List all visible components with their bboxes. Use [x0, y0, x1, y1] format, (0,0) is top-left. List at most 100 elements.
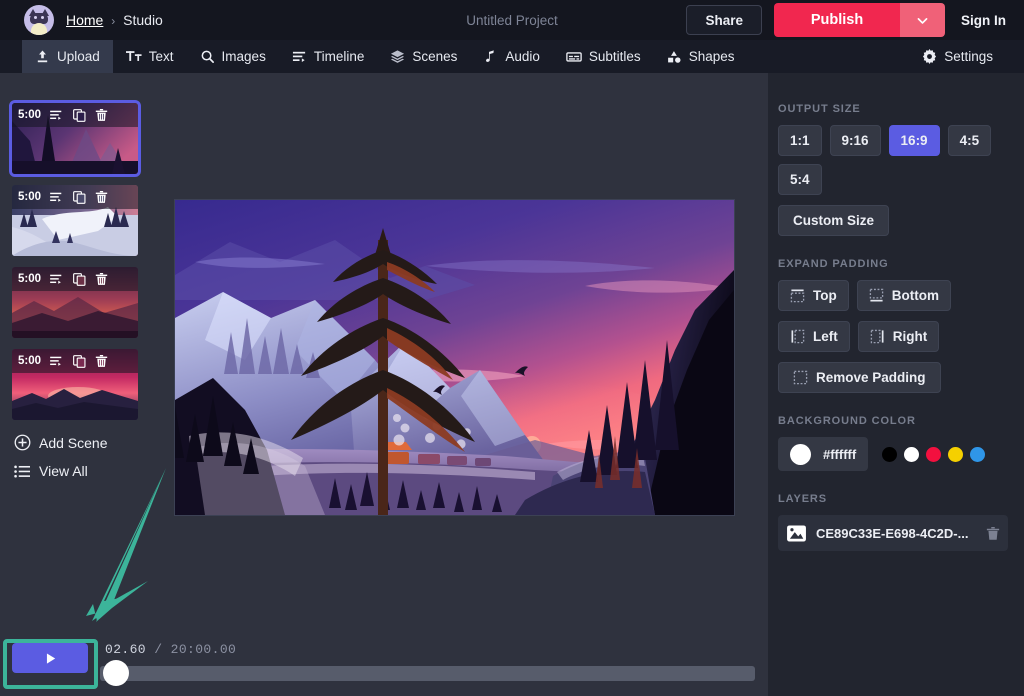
trash-icon[interactable]: [95, 272, 108, 286]
tab-text-label: Text: [148, 49, 174, 64]
remove-padding-label: Remove Padding: [816, 370, 926, 385]
view-all-button[interactable]: View All: [14, 463, 152, 479]
tab-scenes[interactable]: Scenes: [377, 40, 470, 73]
time-display: 02.60 / 20:00.00: [105, 642, 236, 657]
pad-left-label: Left: [813, 329, 838, 344]
duplicate-icon[interactable]: [73, 354, 86, 368]
brand[interactable]: Home › Studio: [24, 5, 163, 35]
scene-thumbnail-3[interactable]: 5:00: [12, 267, 138, 338]
layer-delete-icon[interactable]: [986, 526, 1000, 541]
duplicate-icon[interactable]: [73, 190, 86, 204]
pad-top-button[interactable]: Top: [778, 280, 849, 311]
reorder-icon[interactable]: [50, 355, 64, 367]
add-scene-button[interactable]: Add Scene: [14, 434, 152, 451]
layer-item[interactable]: CE89C33E-E698-4C2D-...: [778, 515, 1008, 551]
output-size-4-5[interactable]: 4:5: [947, 125, 992, 156]
trash-icon[interactable]: [95, 108, 108, 122]
tab-shapes[interactable]: Shapes: [654, 40, 748, 73]
scene-thumbnail-1[interactable]: 5:00: [9, 100, 141, 177]
list-icon: [14, 465, 30, 477]
reorder-icon[interactable]: [50, 191, 64, 203]
breadcrumb-home[interactable]: Home: [66, 12, 103, 28]
scene-2-duration: 5:00: [18, 191, 42, 203]
share-button[interactable]: Share: [686, 5, 762, 35]
expand-padding-row-2: Left Right: [778, 321, 1008, 352]
tab-audio-label: Audio: [505, 49, 540, 64]
tab-shapes-label: Shapes: [688, 49, 735, 64]
color-preset-black[interactable]: [882, 446, 898, 462]
reorder-icon[interactable]: [50, 273, 64, 285]
canvas-area: [152, 73, 768, 636]
output-size-16-9[interactable]: 16:9: [888, 125, 940, 156]
trash-icon[interactable]: [95, 190, 108, 204]
background-color-picker[interactable]: #ffffff: [778, 437, 869, 471]
search-icon: [201, 50, 214, 63]
trash-icon[interactable]: [95, 354, 108, 368]
tab-upload-label: Upload: [57, 49, 100, 64]
output-size-options: 1:1 9:16 16:9 4:5 5:4: [778, 125, 1008, 195]
tab-settings-label: Settings: [944, 49, 993, 64]
layers-label: Layers: [778, 493, 828, 505]
tab-timeline[interactable]: Timeline: [279, 40, 378, 73]
output-size-5-4[interactable]: 5:4: [778, 164, 822, 195]
play-button[interactable]: [12, 643, 88, 673]
remove-padding-icon: [793, 370, 808, 385]
pad-left-icon: [791, 329, 805, 344]
color-presets: [882, 446, 986, 462]
upload-icon: [37, 50, 48, 63]
layers-icon: [391, 50, 405, 63]
remove-padding-button[interactable]: Remove Padding: [778, 362, 941, 393]
background-color-label: Background Color: [778, 415, 916, 427]
chevron-down-icon: [917, 17, 928, 24]
plus-circle-icon: [14, 434, 31, 451]
tab-text[interactable]: Text: [113, 40, 187, 73]
custom-size-button[interactable]: Custom Size: [778, 205, 890, 236]
tab-settings[interactable]: Settings: [909, 40, 1006, 73]
scene-strip-actions: Add Scene View All: [14, 434, 152, 479]
scene-4-actions: 5:00: [12, 349, 138, 373]
image-icon: [787, 524, 806, 542]
subtitles-icon: [566, 52, 582, 62]
music-note-icon: [486, 50, 495, 62]
add-scene-label: Add Scene: [39, 434, 108, 451]
shapes-icon: [667, 51, 681, 63]
canvas-stage[interactable]: [175, 200, 734, 515]
play-icon: [46, 652, 55, 664]
pad-left-button[interactable]: Left: [778, 321, 850, 352]
total-time: 20:00.00: [170, 642, 237, 657]
tab-upload[interactable]: Upload: [22, 40, 113, 73]
pad-top-icon: [790, 289, 805, 303]
expand-padding-row-1: Top Bottom: [778, 280, 1008, 311]
timeline-icon: [292, 51, 305, 62]
timeline-scrubber-handle[interactable]: [103, 660, 129, 686]
duplicate-icon[interactable]: [73, 108, 86, 122]
tab-images[interactable]: Images: [187, 40, 279, 73]
scene-strip: 5:00 5:00 5:00 5:00 Add Scene View All: [0, 73, 152, 696]
color-preset-white[interactable]: [904, 446, 920, 462]
reorder-icon[interactable]: [50, 109, 64, 121]
cat-avatar-icon[interactable]: [24, 5, 54, 35]
view-all-label: View All: [39, 463, 88, 479]
scene-thumbnail-4[interactable]: 5:00: [12, 349, 138, 420]
scene-1-duration: 5:00: [18, 109, 42, 121]
pad-right-button[interactable]: Right: [857, 321, 940, 352]
color-preset-yellow[interactable]: [948, 446, 964, 462]
tab-subtitles[interactable]: Subtitles: [553, 40, 654, 73]
top-bar: Home › Studio Untitled Project Share Pub…: [0, 0, 1024, 40]
output-size-1-1[interactable]: 1:1: [778, 125, 822, 156]
output-size-9-16[interactable]: 9:16: [829, 125, 881, 156]
tab-audio[interactable]: Audio: [470, 40, 553, 73]
publish-button[interactable]: Publish: [774, 3, 900, 37]
publish-dropdown-button[interactable]: [900, 3, 945, 37]
pad-bottom-button[interactable]: Bottom: [856, 280, 951, 311]
color-preset-red[interactable]: [926, 446, 942, 462]
pad-bottom-icon: [869, 288, 883, 302]
color-preset-blue[interactable]: [970, 446, 986, 462]
duplicate-icon[interactable]: [73, 272, 86, 286]
timeline-scrubber-track[interactable]: [100, 666, 755, 681]
sign-in-button[interactable]: Sign In: [961, 13, 1006, 28]
studio-app: Home › Studio Untitled Project Share Pub…: [0, 0, 1024, 696]
pad-bottom-label: Bottom: [891, 288, 939, 303]
text-icon: [125, 51, 142, 61]
scene-thumbnail-2[interactable]: 5:00: [12, 185, 138, 256]
